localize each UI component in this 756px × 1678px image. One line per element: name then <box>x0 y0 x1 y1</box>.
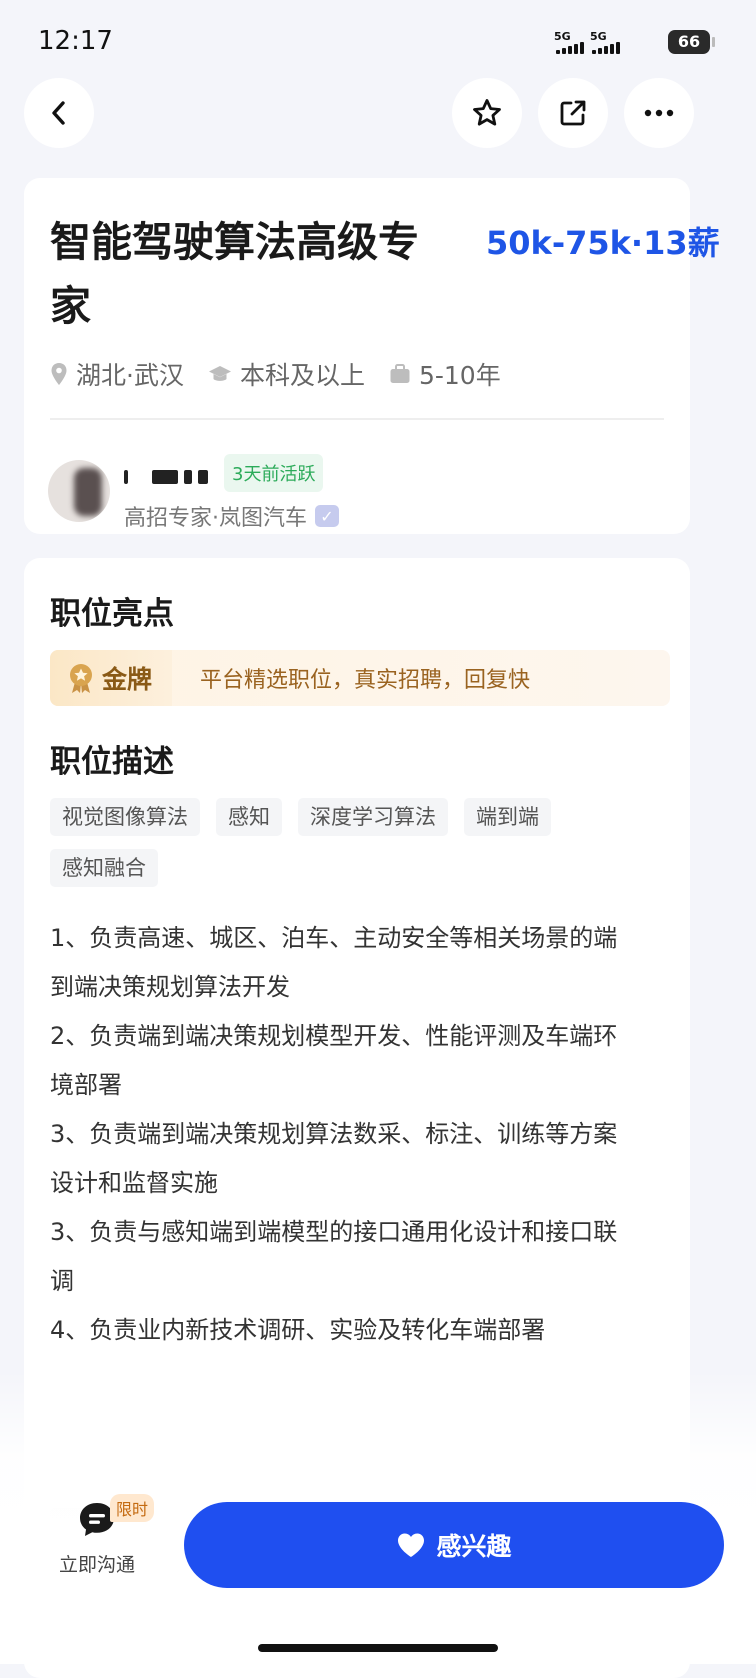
skill-tag: 视觉图像算法 <box>50 798 200 836</box>
description-line: 境部署 <box>50 1071 122 1099</box>
job-description: 1、负责高速、城区、泊车、主动安全等相关场景的端 到端决策规划算法开发 2、负责… <box>50 914 680 1355</box>
description-line: 3、负责与感知端到端模型的接口通用化设计和接口联 <box>50 1218 618 1246</box>
recruiter-name-redacted <box>124 468 220 486</box>
skill-tags: 视觉图像算法 感知 深度学习算法 端到端 感知融合 <box>50 798 670 887</box>
description-line: 调 <box>50 1267 74 1295</box>
interested-button[interactable]: 感兴趣 <box>184 1502 724 1588</box>
skill-tag: 端到端 <box>464 798 551 836</box>
gold-highlight-banner: 金牌 平台精选职位，真实招聘，回复快 <box>50 650 670 706</box>
description-line: 3、负责端到端决策规划算法数采、标注、训练等方案 <box>50 1120 618 1148</box>
description-heading: 职位描述 <box>50 744 174 780</box>
chevron-left-icon <box>52 101 65 125</box>
skill-tag: 感知 <box>216 798 282 836</box>
more-button[interactable] <box>624 78 694 148</box>
location-text: 湖北·武汉 <box>76 361 184 390</box>
description-line: 2、负责端到端决策规划模型开发、性能评测及车端环 <box>50 1022 618 1050</box>
recruiter-info: 高招专家·岚图汽车 ✓ <box>124 500 339 532</box>
signal-bars-1-icon <box>556 42 584 54</box>
recruiter-avatar[interactable] <box>48 460 110 522</box>
clock: 12:17 <box>38 26 113 56</box>
back-button[interactable] <box>24 78 94 148</box>
education: 本科及以上 <box>208 356 365 392</box>
job-meta: 湖北·武汉 本科及以上 5-10年 <box>50 356 525 392</box>
home-indicator[interactable] <box>258 1644 498 1652</box>
graduation-cap-icon <box>208 366 231 381</box>
chat-now-label: 立即沟通 <box>58 1554 135 1576</box>
star-icon <box>473 99 501 126</box>
gold-description: 平台精选职位，真实招聘，回复快 <box>200 668 531 693</box>
gold-badge: 金牌 <box>50 650 173 706</box>
limited-time-badge: 限时 <box>110 1494 155 1522</box>
education-text: 本科及以上 <box>239 361 365 390</box>
job-header-card: 智能驾驶算法高级专家 50k-75k·13薪 湖北·武汉 本科及以上 5-10年 <box>24 178 720 534</box>
signal-bars-2-icon <box>592 42 620 54</box>
medal-icon <box>70 664 92 693</box>
battery-indicator: 66 <box>668 30 715 54</box>
location: 湖北·武汉 <box>50 356 184 392</box>
job-title: 智能驾驶算法高级专家 <box>50 218 419 330</box>
skill-tag: 深度学习算法 <box>298 798 448 836</box>
description-line: 1、负责高速、城区、泊车、主动安全等相关场景的端 <box>50 924 618 952</box>
description-line: 设计和监督实施 <box>50 1169 218 1197</box>
status-bar: 12:17 5G 5G 66 <box>0 0 756 80</box>
heart-icon <box>398 1533 425 1557</box>
interested-label: 感兴趣 <box>436 1532 512 1561</box>
divider <box>50 418 664 420</box>
share-button[interactable] <box>538 78 608 148</box>
experience: 5-10年 <box>389 356 501 392</box>
favorite-button[interactable] <box>452 78 522 148</box>
briefcase-icon <box>390 364 410 383</box>
description-line: 4、负责业内新技术调研、实验及转化车端部署 <box>50 1316 546 1344</box>
more-dots-icon <box>644 109 674 117</box>
highlights-heading: 职位亮点 <box>50 596 174 632</box>
description-line: 到端决策规划算法开发 <box>50 973 290 1001</box>
share-icon <box>560 100 586 126</box>
salary: 50k-75k·13薪 <box>486 224 720 262</box>
experience-text: 5-10年 <box>418 361 501 390</box>
skill-tag: 感知融合 <box>50 849 158 887</box>
active-status-badge: 3天前活跃 <box>224 454 324 492</box>
gold-label: 金牌 <box>102 665 153 694</box>
battery-level: 66 <box>677 32 701 51</box>
verified-icon: ✓ <box>315 505 339 527</box>
recruiter-company: 高招专家·岚图汽车 <box>124 506 307 531</box>
location-pin-icon <box>51 363 67 385</box>
